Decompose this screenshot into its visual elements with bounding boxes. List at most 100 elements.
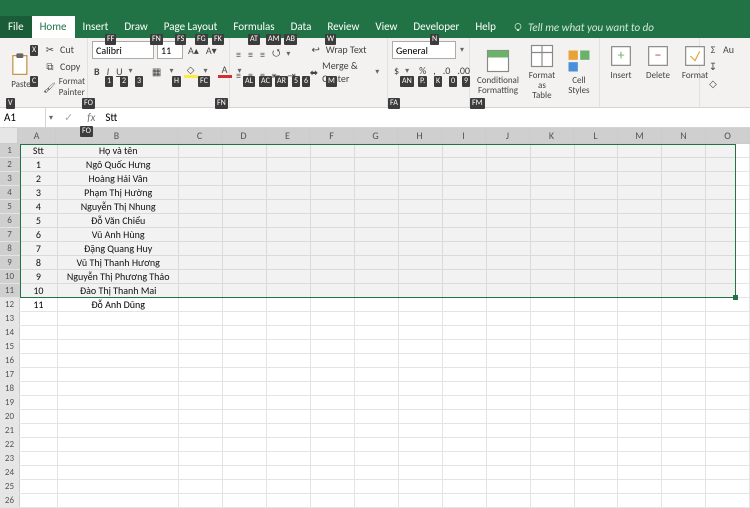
- tab-file[interactable]: File: [0, 16, 32, 38]
- cell[interactable]: [618, 368, 662, 381]
- cell[interactable]: [399, 326, 443, 339]
- fill-button[interactable]: ↧: [704, 58, 746, 74]
- cell[interactable]: [662, 214, 706, 227]
- cell[interactable]: [706, 382, 750, 395]
- cell[interactable]: 11: [20, 298, 58, 311]
- cell[interactable]: [223, 214, 267, 227]
- cell[interactable]: [531, 270, 575, 283]
- cell[interactable]: 3: [20, 186, 58, 199]
- row-header[interactable]: 23: [0, 452, 20, 465]
- cell[interactable]: [618, 438, 662, 451]
- cell[interactable]: [575, 228, 619, 241]
- cell[interactable]: [399, 200, 443, 213]
- row-header[interactable]: 10: [0, 270, 20, 283]
- cell[interactable]: [662, 172, 706, 185]
- cell[interactable]: [179, 256, 223, 269]
- row-header[interactable]: 14: [0, 326, 20, 339]
- cell[interactable]: [399, 144, 443, 157]
- cell[interactable]: [179, 284, 223, 297]
- cell[interactable]: [443, 186, 487, 199]
- cell[interactable]: [179, 270, 223, 283]
- cell[interactable]: Ngô Quốc Hưng: [58, 158, 180, 171]
- cell[interactable]: [531, 186, 575, 199]
- cell[interactable]: [531, 256, 575, 269]
- cell[interactable]: [487, 452, 531, 465]
- cell[interactable]: [662, 368, 706, 381]
- cell[interactable]: [311, 326, 355, 339]
- cell[interactable]: [618, 256, 662, 269]
- row-header[interactable]: 20: [0, 410, 20, 423]
- col-header-L[interactable]: L: [574, 128, 618, 143]
- cell[interactable]: [267, 326, 311, 339]
- cell[interactable]: [443, 312, 487, 325]
- cell[interactable]: [443, 298, 487, 311]
- cell[interactable]: [399, 340, 443, 353]
- cell[interactable]: [575, 382, 619, 395]
- cell[interactable]: [311, 298, 355, 311]
- cell[interactable]: [618, 494, 662, 507]
- row-header[interactable]: 15: [0, 340, 20, 353]
- cell[interactable]: [662, 158, 706, 171]
- cell[interactable]: [706, 172, 750, 185]
- cell[interactable]: [399, 480, 443, 493]
- cell[interactable]: 8: [20, 256, 58, 269]
- cell[interactable]: 1: [20, 158, 58, 171]
- tab-help[interactable]: Help: [467, 16, 504, 38]
- cell[interactable]: Đào Thị Thanh Mai: [58, 284, 180, 297]
- cell[interactable]: [223, 158, 267, 171]
- cell[interactable]: [443, 494, 487, 507]
- cell[interactable]: [618, 354, 662, 367]
- cell[interactable]: [487, 382, 531, 395]
- cell[interactable]: [311, 284, 355, 297]
- cell[interactable]: [223, 396, 267, 409]
- cell[interactable]: [58, 396, 180, 409]
- cell[interactable]: 6: [20, 228, 58, 241]
- cell[interactable]: [487, 228, 531, 241]
- cell[interactable]: [179, 340, 223, 353]
- formula-content[interactable]: Stt: [101, 111, 121, 124]
- col-header-H[interactable]: H: [398, 128, 442, 143]
- cell[interactable]: [399, 354, 443, 367]
- cell[interactable]: [531, 214, 575, 227]
- cell[interactable]: [706, 284, 750, 297]
- cell[interactable]: [443, 228, 487, 241]
- cell[interactable]: [531, 340, 575, 353]
- cell[interactable]: [443, 452, 487, 465]
- cell[interactable]: [662, 298, 706, 311]
- cell[interactable]: [487, 214, 531, 227]
- cell[interactable]: [531, 410, 575, 423]
- cell[interactable]: [267, 480, 311, 493]
- cell[interactable]: [531, 480, 575, 493]
- cell[interactable]: [575, 438, 619, 451]
- cell[interactable]: [706, 340, 750, 353]
- cell[interactable]: [706, 242, 750, 255]
- cell[interactable]: [267, 494, 311, 507]
- cell[interactable]: [355, 298, 399, 311]
- cell[interactable]: [443, 172, 487, 185]
- cell[interactable]: [575, 144, 619, 157]
- col-header-I[interactable]: I: [442, 128, 486, 143]
- align-left-button[interactable]: ≡: [234, 68, 243, 83]
- cell[interactable]: [662, 284, 706, 297]
- cell[interactable]: [311, 256, 355, 269]
- cell[interactable]: [267, 256, 311, 269]
- cell[interactable]: [575, 452, 619, 465]
- row-header[interactable]: 11: [0, 284, 20, 297]
- cell[interactable]: [399, 466, 443, 479]
- cell[interactable]: [575, 326, 619, 339]
- cell[interactable]: [531, 494, 575, 507]
- cell[interactable]: [531, 144, 575, 157]
- cell[interactable]: [179, 368, 223, 381]
- cell[interactable]: [706, 368, 750, 381]
- cell[interactable]: [618, 172, 662, 185]
- row-header[interactable]: 17: [0, 368, 20, 381]
- row-header[interactable]: 12: [0, 298, 20, 311]
- cell[interactable]: [223, 228, 267, 241]
- cell[interactable]: [531, 228, 575, 241]
- cell[interactable]: [355, 424, 399, 437]
- cell[interactable]: [662, 270, 706, 283]
- cell[interactable]: [267, 298, 311, 311]
- cell[interactable]: Đỗ Văn Chiểu: [58, 214, 180, 227]
- cell[interactable]: [399, 410, 443, 423]
- cell[interactable]: [355, 354, 399, 367]
